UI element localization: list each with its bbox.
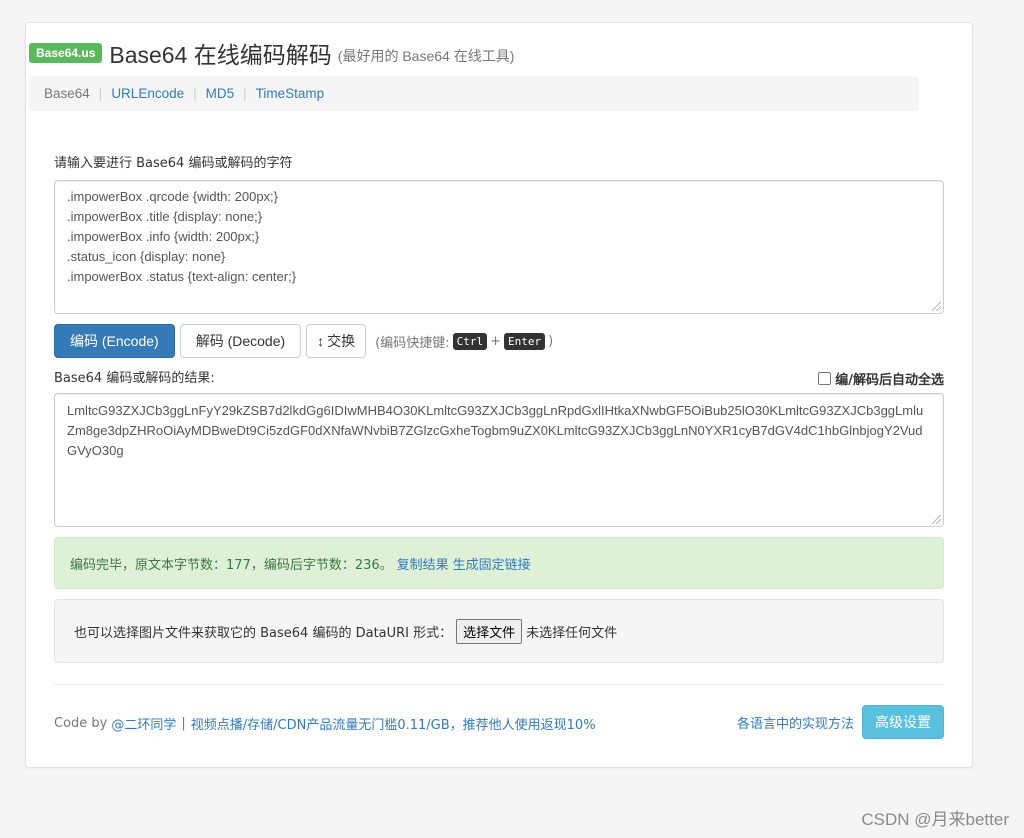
shortcut-suffix: ) xyxy=(548,333,554,349)
auto-select-label: 编/解码后自动全选 xyxy=(835,373,944,388)
page-subtitle: (最好用的 Base64 在线工具) xyxy=(337,48,515,64)
no-file-text: 未选择任何文件 xyxy=(526,625,618,641)
breadcrumb-nav: Base64 | URLEncode | MD5 | TimeStamp xyxy=(29,76,919,111)
swap-arrow-icon: ↕ xyxy=(317,333,325,349)
footer-credits: Code by @二环同学 | 视频点播/存储/CDN产品流量无门槛0.11/G… xyxy=(54,714,596,733)
nav-item-md5[interactable]: MD5 xyxy=(206,86,235,101)
shortcut-hint: (编码快捷键: Ctrl + Enter ) xyxy=(375,332,553,351)
result-label: Base64 编码或解码的结果: xyxy=(54,371,215,386)
nav-separator: | xyxy=(98,86,103,101)
footer-separator: | xyxy=(181,716,186,731)
encode-button[interactable]: 编码 (Encode) xyxy=(54,324,175,358)
code-by-text: Code by xyxy=(54,716,108,731)
logo-badge[interactable]: Base64.us xyxy=(29,43,103,63)
kbd-enter: Enter xyxy=(504,332,546,350)
auto-select-option[interactable]: 编/解码后自动全选 xyxy=(818,369,944,388)
swap-label: 交换 xyxy=(327,333,356,349)
nav-item-timestamp[interactable]: TimeStamp xyxy=(256,86,325,101)
resize-grip-icon[interactable] xyxy=(932,515,941,524)
input-textarea[interactable]: .impowerBox .qrcode {width: 200px;} .imp… xyxy=(54,180,944,314)
watermark: CSDN @月来better xyxy=(861,810,1009,829)
file-upload-panel: 也可以选择图片文件来获取它的 Base64 编码的 DataURI 形式： 选择… xyxy=(54,599,944,663)
footer-actions: 各语言中的实现方法 高级设置 xyxy=(737,705,944,739)
kbd-ctrl: Ctrl xyxy=(452,332,488,350)
input-line: .impowerBox .qrcode {width: 200px;} xyxy=(67,189,279,204)
input-line: .impowerBox .status {text-align: center;… xyxy=(67,269,297,284)
status-alert: 编码完毕，原文本字节数：177，编码后字节数：236。 复制结果 生成固定链接 xyxy=(54,537,944,589)
resize-grip-icon[interactable] xyxy=(932,302,941,311)
shortcut-prefix: (编码快捷键: xyxy=(375,335,450,351)
result-textarea[interactable]: LmltcG93ZXJCb3ggLnFyY29kZSB7d2lkdGg6IDIw… xyxy=(54,393,944,527)
input-line: .impowerBox .title {display: none;} xyxy=(67,209,263,224)
input-label: 请输入要进行 Base64 编码或解码的字符 xyxy=(54,156,293,171)
author-link[interactable]: @二环同学 xyxy=(111,714,176,733)
nav-separator: | xyxy=(243,86,247,101)
advanced-settings-button[interactable]: 高级设置 xyxy=(862,705,944,739)
permalink-link[interactable]: 生成固定链接 xyxy=(453,554,531,573)
input-line: .impowerBox .info {width: 200px;} xyxy=(67,229,260,244)
nav-item-urlencode[interactable]: URLEncode xyxy=(111,86,184,101)
ad-link[interactable]: 视频点播/存储/CDN产品流量无门槛0.11/GB，推荐他人使用返现10% xyxy=(191,714,596,733)
status-message: 编码完毕，原文本字节数：177，编码后字节数：236。 xyxy=(70,557,393,573)
input-line: .status_icon {display: none} xyxy=(67,249,226,264)
action-bar: 编码 (Encode) 解码 (Decode) ↕ 交换 (编码快捷键: Ctr… xyxy=(54,324,553,358)
page-title: Base64 在线编码解码 xyxy=(109,42,332,68)
implementations-link[interactable]: 各语言中的实现方法 xyxy=(737,713,854,732)
swap-button[interactable]: ↕ 交换 xyxy=(306,324,367,358)
nav-separator: | xyxy=(193,86,197,101)
nav-item-base64: Base64 xyxy=(44,86,90,101)
auto-select-checkbox[interactable] xyxy=(818,372,832,385)
file-prompt: 也可以选择图片文件来获取它的 Base64 编码的 DataURI 形式： xyxy=(74,625,453,641)
choose-file-button[interactable]: 选择文件 xyxy=(456,618,523,644)
decode-button[interactable]: 解码 (Decode) xyxy=(179,324,302,358)
shortcut-plus: + xyxy=(490,333,502,349)
result-text: LmltcG93ZXJCb3ggLnFyY29kZSB7d2lkdGg6IDIw… xyxy=(67,403,924,458)
page-header: Base64.us Base64 在线编码解码 (最好用的 Base64 在线工… xyxy=(29,36,514,70)
copy-result-link[interactable]: 复制结果 xyxy=(397,554,449,573)
footer-divider xyxy=(54,684,944,685)
